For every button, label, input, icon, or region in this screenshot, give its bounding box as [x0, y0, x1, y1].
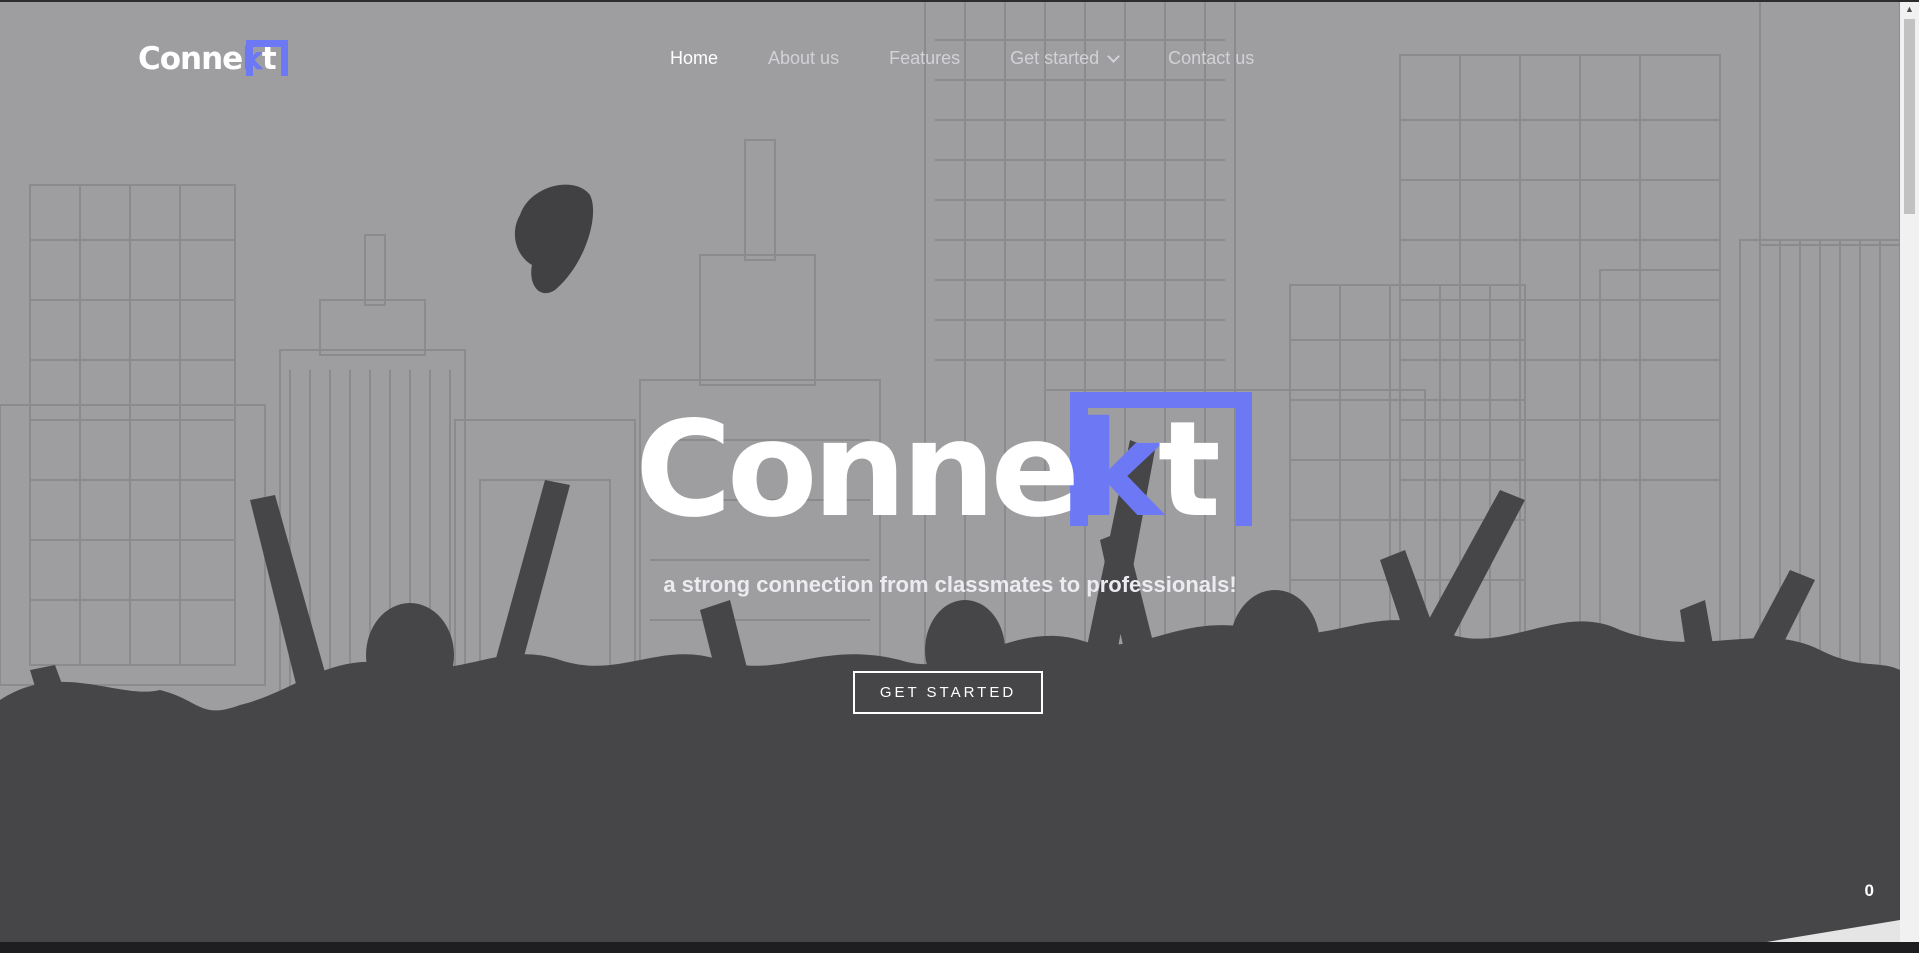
arrow-up-icon[interactable]: ▲ — [1900, 0, 1919, 17]
logo-accent-letter: k — [242, 41, 263, 77]
brand-logo[interactable]: Connekt — [138, 36, 288, 82]
site-navbar: Connekt Home About us Features Get start… — [0, 0, 1900, 120]
chevron-down-icon — [1107, 49, 1121, 63]
main-menu: Home About us Features Get started Conta… — [670, 48, 1304, 69]
logo-suffix: t — [261, 41, 277, 77]
hero-logo-wordmark: Connekt — [635, 404, 1221, 536]
scrollbar-thumb[interactable] — [1904, 19, 1915, 214]
nav-features[interactable]: Features — [889, 48, 960, 69]
window-top-edge — [0, 0, 1919, 2]
counter-badge: 0 — [1864, 881, 1874, 900]
hero-tagline-text: a strong connection from classmates to p… — [663, 572, 1237, 597]
get-started-button[interactable]: GET STARTED — [853, 671, 1043, 714]
nav-contact-us[interactable]: Contact us — [1168, 48, 1254, 69]
logo-wordmark: Connekt — [138, 36, 277, 82]
hero-logo-suffix: t — [1157, 393, 1221, 547]
hero-logo: Connekt — [635, 392, 1255, 536]
nav-about-us[interactable]: About us — [768, 48, 839, 69]
window-bottom-edge — [0, 942, 1919, 953]
vertical-scrollbar[interactable]: ▲ ▼ — [1900, 0, 1919, 953]
hero-tagline: a strong connection from classmates to p… — [0, 572, 1900, 598]
nav-get-started[interactable]: Get started — [1010, 48, 1121, 69]
logo-prefix: Conne — [138, 41, 243, 77]
page-viewport: Connekt Home About us Features Get start… — [0, 0, 1900, 953]
hero-logo-prefix: Conne — [635, 393, 1080, 547]
hero-logo-accent-letter: k — [1075, 393, 1163, 547]
nav-home[interactable]: Home — [670, 48, 718, 69]
nav-get-started-label: Get started — [1010, 48, 1100, 68]
